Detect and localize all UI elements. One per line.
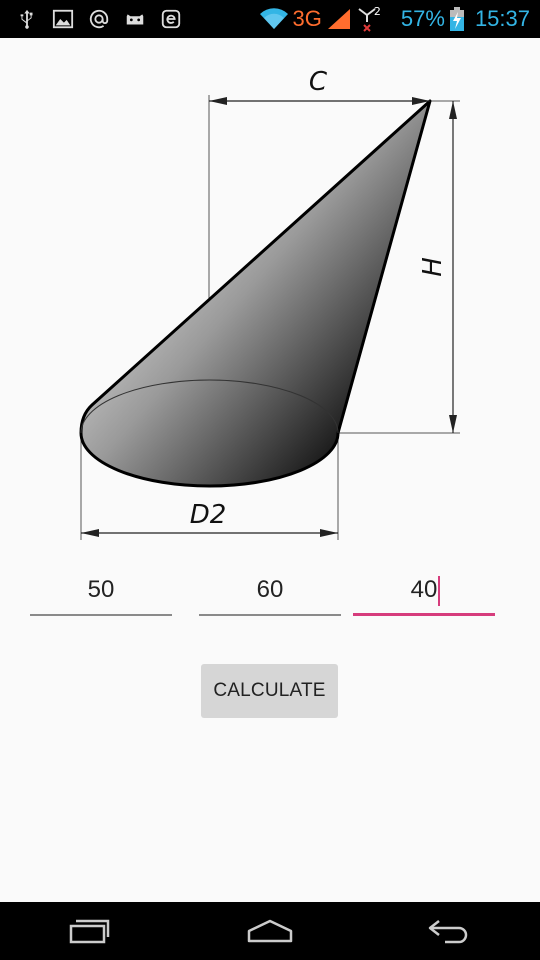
- d2-arrow-right: [320, 529, 338, 537]
- cone-body: [79, 99, 432, 488]
- d2-field[interactable]: [30, 568, 172, 616]
- recent-apps-icon: [69, 919, 110, 944]
- h-input[interactable]: [199, 568, 341, 612]
- cone-diagram: C H D2: [79, 67, 460, 540]
- h-arrow-top: [449, 101, 457, 119]
- c-label: C: [309, 67, 328, 97]
- home-button[interactable]: [220, 902, 320, 960]
- c-arrow-left: [209, 97, 227, 105]
- c-field-underline: [353, 613, 495, 616]
- status-bar: 3G 2 57% 15:37: [0, 0, 540, 38]
- h-arrow-bottom: [449, 415, 457, 433]
- image-icon: [52, 9, 74, 29]
- wifi-icon: [259, 8, 288, 30]
- battery-percent: 57%: [400, 6, 445, 31]
- recent-apps-button[interactable]: [40, 902, 140, 960]
- signal-icon: [327, 9, 350, 29]
- home-icon: [247, 919, 293, 943]
- d2-arrow-left: [81, 529, 99, 537]
- game-controller-icon: [126, 14, 144, 25]
- h-field-underline: [199, 614, 341, 616]
- back-button[interactable]: [400, 902, 500, 960]
- battery-charging-icon: [449, 7, 464, 31]
- back-icon: [428, 920, 468, 944]
- c-field[interactable]: [353, 568, 495, 616]
- d2-label: D2: [190, 500, 227, 530]
- h-field[interactable]: [199, 568, 341, 616]
- navigation-bar: [0, 902, 540, 960]
- d2-field-underline: [30, 614, 172, 616]
- network-type: 3G: [292, 6, 322, 31]
- calculate-button[interactable]: CALCULATE: [201, 664, 338, 718]
- sim-label: 2: [373, 4, 381, 18]
- h-label: H: [418, 257, 448, 277]
- usb-icon: [20, 9, 33, 29]
- system-status: 3G 2 57% 15:37: [259, 0, 530, 38]
- d2-input[interactable]: [30, 568, 172, 612]
- c-input[interactable]: [353, 568, 495, 612]
- text-cursor: [438, 576, 440, 606]
- clock: 15:37: [474, 6, 530, 31]
- notification-icons: [16, 0, 182, 38]
- e-app-icon: [161, 9, 181, 29]
- at-icon: [89, 9, 109, 29]
